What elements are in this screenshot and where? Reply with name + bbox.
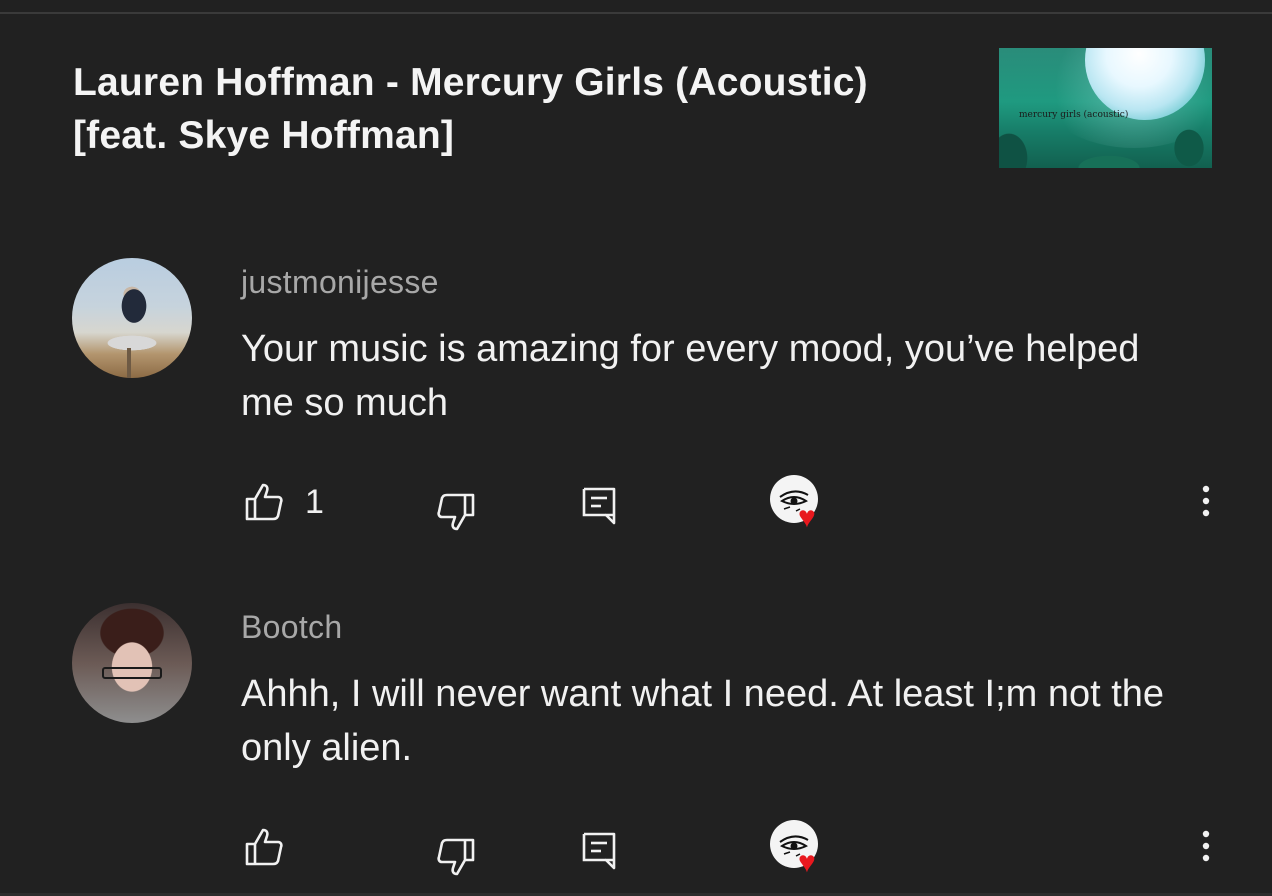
heart-icon: ♥ [798,846,816,879]
dislike-button[interactable] [435,836,477,878]
comment-actions: 1 ♥ [0,475,1272,535]
reply-button[interactable] [580,485,620,527]
like-button[interactable] [243,826,285,868]
more-options-button[interactable] [1195,828,1217,868]
avatar[interactable] [72,603,192,723]
reply-icon [582,832,616,870]
creator-heart[interactable]: ♥ [770,475,832,537]
more-vertical-icon [1202,485,1210,517]
like-count: 1 [305,483,324,521]
avatar[interactable] [72,258,192,378]
creator-heart[interactable]: ♥ [770,820,832,882]
comment-author[interactable]: justmonijesse [241,264,439,301]
comment-actions: ♥ [0,820,1272,880]
reply-button[interactable] [580,830,620,872]
thumbs-up-icon [245,828,283,866]
avatar-detail [102,667,162,679]
avatar-detail [127,348,131,378]
thumbnail-caption: mercury girls (acoustic) [1019,110,1129,120]
dislike-button[interactable] [435,491,477,533]
more-vertical-icon [1202,830,1210,862]
more-options-button[interactable] [1195,483,1217,523]
like-button[interactable] [243,481,285,523]
video-thumbnail[interactable]: mercury girls (acoustic) [999,48,1212,168]
comment-author[interactable]: Bootch [241,609,342,646]
thumbs-down-icon [437,493,475,531]
heart-icon: ♥ [798,501,816,534]
thumbs-down-icon [437,838,475,876]
video-title[interactable]: Lauren Hoffman - Mercury Girls (Acoustic… [73,56,973,162]
thumbs-up-icon [245,483,283,521]
comment-text: Your music is amazing for every mood, yo… [241,328,1140,424]
video-header: Lauren Hoffman - Mercury Girls (Acoustic… [0,0,1272,200]
reply-icon [582,487,616,525]
comment-text: Ahhh, I will never want what I need. At … [241,673,1165,769]
